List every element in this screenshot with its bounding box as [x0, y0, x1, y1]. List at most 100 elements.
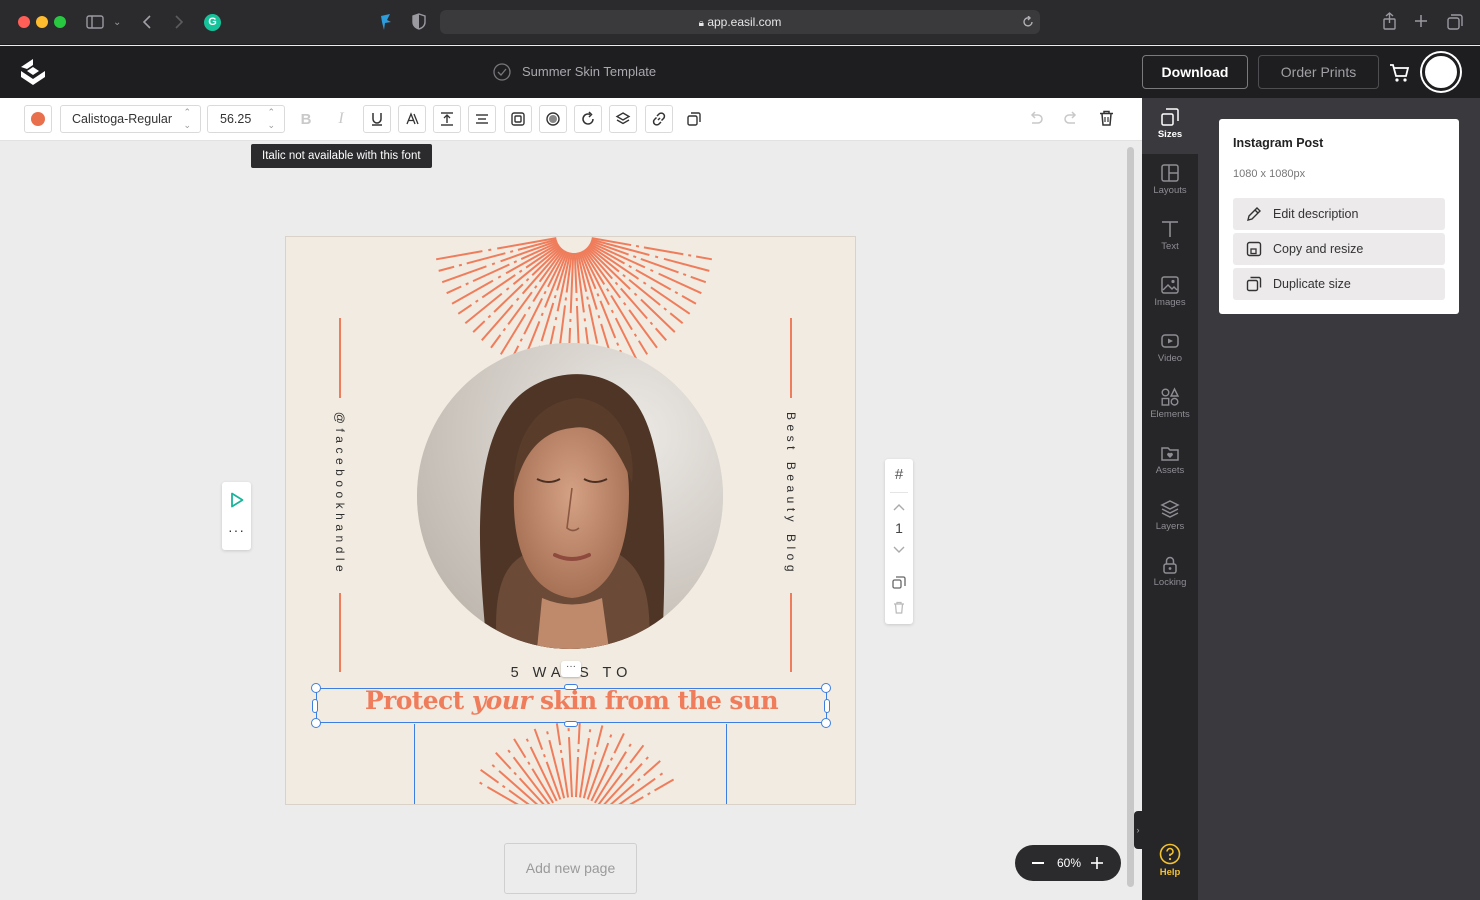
minimize-window-button[interactable]: [36, 16, 48, 28]
transparency-icon: [546, 112, 560, 126]
resize-handle-top[interactable]: [564, 684, 578, 690]
more-options-icon[interactable]: ···: [222, 522, 251, 538]
frame-icon: [511, 112, 525, 126]
avatar[interactable]: [1422, 53, 1460, 91]
cart-icon[interactable]: [1389, 63, 1411, 83]
order-prints-button[interactable]: Order Prints: [1258, 55, 1379, 89]
resize-handle-right[interactable]: [824, 699, 830, 713]
share-icon[interactable]: [1382, 12, 1397, 30]
lock-icon: [1163, 556, 1177, 574]
grammarly-extension-icon[interactable]: G: [204, 14, 221, 31]
tab-overview-icon[interactable]: [1447, 14, 1463, 30]
portrait-photo[interactable]: [417, 343, 723, 649]
sidebar-item-elements[interactable]: Elements: [1142, 378, 1198, 434]
blog-name-text[interactable]: Best Beauty Blog: [784, 394, 798, 594]
chevron-down-icon[interactable]: [893, 546, 905, 554]
color-swatch: [31, 112, 45, 126]
duplicate-page-icon[interactable]: [892, 576, 906, 590]
resize-handle-bottom-right[interactable]: [821, 718, 831, 728]
transparency-button[interactable]: [539, 105, 567, 133]
play-icon[interactable]: [230, 492, 244, 508]
chevron-down-icon[interactable]: ⌄: [113, 15, 121, 31]
text-icon: [1162, 221, 1178, 237]
sidebar-item-layers[interactable]: Layers: [1142, 490, 1198, 546]
redo-icon[interactable]: [1063, 111, 1079, 125]
element-menu-handle[interactable]: ···: [561, 661, 581, 677]
sidebar-item-images[interactable]: Images: [1142, 266, 1198, 322]
guide-line: [726, 724, 727, 804]
sidebar-item-assets[interactable]: Assets: [1142, 434, 1198, 490]
social-handle-text[interactable]: @facebookhandle: [333, 394, 347, 594]
accent-line: [790, 318, 792, 398]
copy-and-resize-button[interactable]: Copy and resize: [1233, 233, 1445, 265]
help-icon: [1159, 843, 1181, 865]
page-number: 1: [895, 520, 903, 536]
sun-ray: [609, 760, 661, 804]
add-new-page-button[interactable]: Add new page: [504, 843, 637, 894]
letter-spacing-button[interactable]: [398, 105, 426, 133]
resize-icon: [1246, 241, 1262, 257]
chevron-up-icon[interactable]: [893, 503, 905, 511]
easil-logo-icon[interactable]: [19, 57, 51, 87]
sidebar-item-text[interactable]: Text: [1142, 210, 1198, 266]
help-label: Help: [1159, 867, 1181, 878]
sidebar-toggle-icon[interactable]: [86, 15, 104, 29]
duplicate-button[interactable]: [680, 105, 708, 133]
address-bar[interactable]: 🔒︎ app.easil.com: [440, 10, 1040, 34]
sidebar-item-label: Sizes: [1157, 129, 1183, 140]
resize-handle-bottom[interactable]: [564, 721, 578, 727]
text-color-button[interactable]: [24, 105, 52, 133]
text-effects-button[interactable]: [504, 105, 532, 133]
resize-handle-left[interactable]: [312, 699, 318, 713]
design-page[interactable]: @facebookhandle Best Beauty Blog 5 TO Pr…: [285, 236, 856, 805]
sidebar-item-sizes[interactable]: Sizes: [1142, 98, 1198, 154]
resize-handle-top-left[interactable]: [311, 683, 321, 693]
bold-button[interactable]: B: [292, 105, 320, 133]
back-arrow-icon[interactable]: [142, 14, 152, 30]
close-window-button[interactable]: [18, 16, 30, 28]
underline-button[interactable]: [363, 105, 391, 133]
document-title[interactable]: Summer Skin Template: [522, 64, 656, 79]
zoom-in-icon[interactable]: [1090, 856, 1104, 870]
reload-icon[interactable]: [1022, 16, 1034, 28]
text-toolbar: Calistoga-Regular ⌃ ⌄ 56.25 ⌃ ⌄ B I: [0, 98, 1142, 141]
forward-arrow-icon[interactable]: [174, 14, 184, 30]
sidebar-item-locking[interactable]: Locking: [1142, 546, 1198, 602]
resize-handle-top-right[interactable]: [821, 683, 831, 693]
italic-tooltip: Italic not available with this font: [251, 144, 432, 168]
delete-page-icon[interactable]: [893, 601, 905, 614]
align-center-button[interactable]: [468, 105, 496, 133]
bird-extension-icon[interactable]: [378, 13, 394, 31]
page-number-grid-icon[interactable]: #: [885, 466, 913, 483]
edit-description-button[interactable]: Edit description: [1233, 198, 1445, 230]
duplicate-size-button[interactable]: Duplicate size: [1233, 268, 1445, 300]
zoom-control: 60%: [1015, 845, 1121, 881]
italic-button[interactable]: I: [327, 105, 355, 133]
download-button[interactable]: Download: [1142, 55, 1248, 89]
trash-icon[interactable]: [1099, 110, 1114, 126]
page-controls: # 1: [885, 459, 913, 624]
sidebar-item-help[interactable]: Help: [1142, 840, 1198, 896]
sidebar-item-label: Layers: [1155, 521, 1185, 532]
collapse-panel-toggle[interactable]: ›: [1134, 811, 1142, 849]
size-dimensions: 1080 x 1080px: [1233, 168, 1306, 180]
resize-handle-bottom-left[interactable]: [311, 718, 321, 728]
sidebar-item-layouts[interactable]: Layouts: [1142, 154, 1198, 210]
zoom-window-button[interactable]: [54, 16, 66, 28]
sidebar-item-video[interactable]: Video: [1142, 322, 1198, 378]
video-icon: [1161, 334, 1179, 348]
vertical-scrollbar[interactable]: [1127, 147, 1134, 887]
select-arrows-icon: ⌃ ⌄: [183, 107, 191, 130]
font-family-select[interactable]: Calistoga-Regular ⌃ ⌄: [60, 105, 201, 133]
zoom-out-icon[interactable]: [1032, 862, 1044, 864]
shield-icon[interactable]: [412, 13, 426, 30]
arrange-layers-button[interactable]: [609, 105, 637, 133]
sun-ray: [582, 249, 649, 355]
undo-icon[interactable]: [1028, 111, 1044, 125]
new-tab-icon[interactable]: [1414, 14, 1428, 28]
line-height-button[interactable]: [433, 105, 461, 133]
link-button[interactable]: [645, 105, 673, 133]
rotate-button[interactable]: [574, 105, 602, 133]
font-size-select[interactable]: 56.25 ⌃ ⌄: [207, 105, 285, 133]
line-height-icon: [441, 112, 453, 126]
